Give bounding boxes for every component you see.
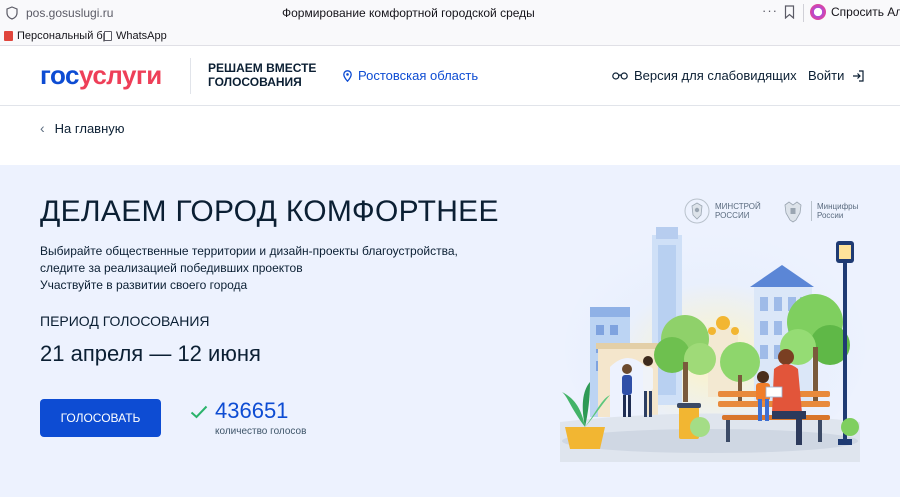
page-icon [104, 31, 112, 41]
shield-icon[interactable] [6, 6, 18, 20]
region-selector[interactable]: Ростовская область [343, 68, 478, 83]
toolbar-divider [803, 4, 804, 22]
coat-of-arms-icon [784, 201, 802, 223]
site-header: госуслуги РЕШАЕМ ВМЕСТЕ ГОЛОСОВАНИЯ Рост… [0, 46, 900, 106]
login-label: Войти [808, 68, 845, 83]
url-field[interactable]: pos.gosuslugi.ru [26, 6, 113, 20]
glasses-icon [612, 72, 628, 80]
description-line: Выбирайте общественные территории и диза… [40, 244, 458, 258]
location-pin-icon [343, 69, 352, 82]
ask-alice-button[interactable]: Спросить Алис [810, 4, 900, 20]
browser-toolbar: pos.gosuslugi.ru Формирование комфортной… [0, 0, 900, 26]
login-icon [853, 69, 864, 82]
description-line: Участвуйте в развитии своего города [40, 278, 248, 292]
logo-part-gos: гос [40, 60, 80, 90]
chevron-left-icon: ‹ [40, 120, 45, 136]
page-title: ДЕЛАЕМ ГОРОД КОМФОРТНЕЕ [40, 195, 499, 228]
vote-count-label: количество голосов [215, 426, 307, 437]
minstroy-logo: МИНСТРОЙ РОССИИ [684, 197, 761, 225]
hero-description: Выбирайте общественные территории и диза… [40, 243, 458, 294]
back-to-home-link[interactable]: ‹ На главную [40, 120, 125, 136]
slogan-line-1: РЕШАЕМ ВМЕСТЕ [208, 61, 317, 75]
ask-alice-label: Спросить Алис [831, 5, 900, 19]
coat-of-arms-icon [684, 198, 710, 224]
region-label: Ростовская область [358, 68, 479, 83]
header-slogan: РЕШАЕМ ВМЕСТЕ ГОЛОСОВАНИЯ [208, 61, 316, 89]
logo-part-uslugi: услуги [79, 60, 162, 90]
city-park-illustration [560, 227, 865, 462]
low-vision-link[interactable]: Версия для слабовидящих [612, 68, 797, 83]
alice-icon [810, 4, 826, 20]
page-actions-menu-icon[interactable]: ··· [762, 3, 778, 18]
voting-period-dates: 21 апреля — 12 июня [40, 341, 261, 366]
low-vision-label: Версия для слабовидящих [634, 68, 797, 83]
hero-section: ДЕЛАЕМ ГОРОД КОМФОРТНЕЕ Выбирайте общест… [0, 165, 900, 497]
login-link[interactable]: Войти [808, 68, 864, 83]
page-tab-title: Формирование комфортной городской среды [282, 6, 535, 20]
header-divider [190, 58, 191, 94]
bookmarks-bar: Персональный бр WhatsApp [0, 26, 900, 46]
minstroy-line-2: РОССИИ [715, 211, 750, 220]
ministry-divider [811, 201, 812, 221]
vote-button[interactable]: ГОЛОСОВАТЬ [40, 399, 161, 437]
bookmark-personal-label: Персональный бр [17, 30, 109, 42]
bookmark-whatsapp-label: WhatsApp [116, 30, 167, 42]
vote-count: 436651 [215, 398, 289, 423]
gosuslugi-logo[interactable]: госуслуги [40, 60, 162, 91]
mintsifry-line-1: Минцифры [817, 202, 859, 211]
bookmark-whatsapp[interactable]: WhatsApp [104, 30, 167, 42]
description-line: следите за реализацией победивших проект… [40, 261, 303, 275]
back-label: На главную [54, 120, 125, 136]
bookmark-favicon-icon [4, 31, 13, 41]
checkmark-icon [190, 405, 208, 419]
slogan-line-2: ГОЛОСОВАНИЯ [208, 75, 302, 89]
bookmark-icon[interactable] [784, 5, 795, 19]
voting-period-label: ПЕРИОД ГОЛОСОВАНИЯ [40, 313, 210, 329]
mintsifry-logo: Минцифры России [780, 197, 858, 225]
bookmark-personal[interactable]: Персональный бр [4, 30, 109, 42]
minstroy-line-1: МИНСТРОЙ [715, 202, 761, 211]
mintsifry-line-2: России [817, 211, 844, 220]
